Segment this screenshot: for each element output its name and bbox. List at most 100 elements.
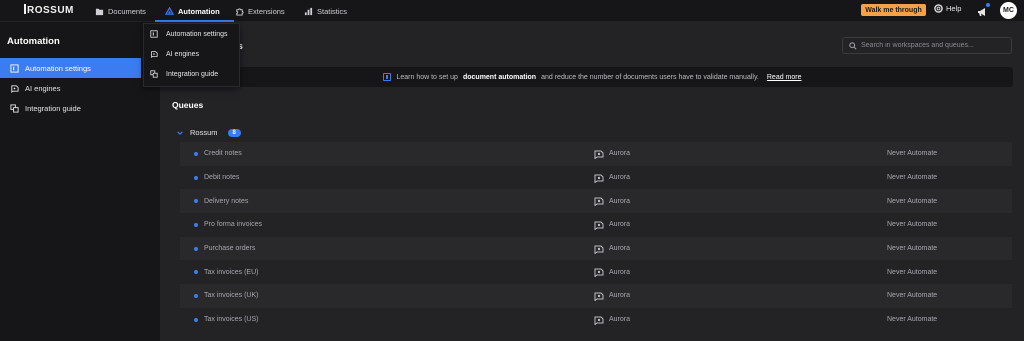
ai-engines-icon (151, 51, 158, 58)
queue-automation-mode[interactable]: Never Automate (887, 150, 937, 157)
queue-status-dot (194, 293, 198, 298)
ai-engine-icon (594, 221, 604, 230)
search-input[interactable] (861, 42, 1006, 49)
queue-row[interactable]: Credit notes Aurora Never Automate (180, 142, 1012, 166)
queue-name[interactable]: Pro forma invoices (204, 221, 262, 228)
ai-engine-icon (594, 268, 604, 278)
megaphone-icon (978, 8, 985, 16)
queue-automation-mode[interactable]: Never Automate (887, 292, 937, 299)
read-more-link[interactable]: Read more (767, 74, 802, 81)
ai-engines-icon (11, 84, 19, 93)
menu-item-integration-guide[interactable]: Integration guide (150, 70, 218, 78)
automation-settings-icon (150, 30, 158, 38)
nav-statistics[interactable]: Statistics (304, 0, 347, 22)
queue-automation-mode[interactable]: Never Automate (887, 316, 937, 323)
queue-name[interactable]: Debit notes (204, 174, 239, 181)
queue-row[interactable]: Purchase orders Aurora Never Automate (180, 236, 1012, 261)
queue-engine[interactable]: Aurora (593, 244, 630, 254)
queue-automation-mode[interactable]: Never Automate (887, 198, 937, 205)
queue-engine[interactable]: Aurora (593, 196, 631, 207)
nav-extensions[interactable]: Extensions (235, 0, 285, 22)
lifebuoy-icon (934, 4, 943, 13)
queue-automation-mode[interactable]: Never Automate (887, 174, 937, 181)
queue-engine-label: Aurora (609, 268, 631, 276)
queue-name[interactable]: Tax invoices (UK) (204, 292, 258, 299)
sidebar-item-integration-guide[interactable]: Integration guide (0, 98, 141, 118)
queue-status-dot (194, 199, 198, 204)
queues-heading: Queues (172, 100, 204, 110)
queue-automation-mode[interactable]: Never Automate (887, 221, 937, 228)
sidebar: Automation Automation settings AI engine… (0, 22, 160, 341)
user-avatar[interactable]: MC (1000, 2, 1017, 19)
sidebar-item-label: AI engines (25, 83, 61, 93)
queue-name[interactable]: Purchase orders (204, 245, 255, 252)
queue-engine[interactable]: Aurora (593, 291, 630, 301)
notification-dot (986, 3, 990, 7)
integration-guide-icon (10, 103, 19, 113)
queue-row[interactable]: Tax invoices (EU) Aurora Never Automate (180, 260, 1012, 284)
menu-item-label: Integration guide (166, 70, 219, 78)
info-banner: Learn how to set up document automation … (172, 67, 1013, 87)
queue-status-dot (194, 270, 198, 275)
queue-name[interactable]: Delivery notes (204, 198, 248, 205)
queue-name[interactable]: Credit notes (204, 150, 242, 157)
nav-documents[interactable]: Documents (95, 0, 146, 22)
queue-automation-mode[interactable]: Never Automate (887, 245, 937, 252)
sidebar-item-label: Automation settings (25, 63, 91, 73)
search-icon (849, 41, 857, 50)
walk-me-through-button[interactable]: Walk me through (861, 4, 926, 16)
sidebar-title: Automation (7, 36, 60, 47)
integration-guide-icon (150, 70, 158, 78)
queue-row[interactable]: Tax invoices (UK) Aurora Never Automate (180, 284, 1012, 308)
queue-engine[interactable]: Aurora (593, 267, 631, 278)
queue-engine-label: Aurora (609, 316, 631, 324)
queue-engine-label: Aurora (609, 174, 631, 182)
queue-automation-mode[interactable]: Never Automate (887, 269, 937, 276)
menu-item-automation-settings[interactable]: Automation settings (150, 30, 227, 38)
queue-status-dot (194, 246, 198, 251)
ai-engine-icon (594, 245, 604, 254)
queue-engine-label: Aurora (609, 197, 631, 205)
queue-count-badge: 8 (227, 128, 241, 137)
announcements-button[interactable] (977, 3, 990, 22)
banner-text-prefix: Learn how to set up (396, 73, 458, 81)
sidebar-item-automation-settings[interactable]: Automation settings (0, 58, 141, 78)
banner-text-suffix: and reduce the number of documents users… (541, 73, 759, 81)
queue-engine[interactable]: Aurora (593, 220, 630, 230)
menu-item-ai-engines[interactable]: AI engines (150, 50, 199, 58)
help-button[interactable]: Help (934, 4, 961, 13)
queue-row[interactable]: Tax invoices (US) Aurora Never Automate (180, 308, 1012, 332)
queue-name[interactable]: Tax invoices (US) (204, 316, 258, 323)
queue-engine[interactable]: Aurora (593, 149, 630, 159)
queue-engine-label: Aurora (609, 150, 631, 158)
top-bar: ROSSUM Documents Automation Extensions S… (0, 0, 1024, 22)
search-box[interactable] (842, 37, 1012, 54)
help-label: Help (946, 4, 962, 13)
menu-item-label: AI engines (166, 50, 200, 58)
queue-engine[interactable]: Aurora (593, 173, 630, 183)
nav-statistics-label: Statistics (317, 6, 348, 16)
queue-status-dot (194, 175, 198, 180)
banner-text-strong: document automation (462, 73, 537, 81)
queue-name[interactable]: Tax invoices (EU) (204, 269, 258, 276)
nav-automation[interactable]: Automation (155, 0, 234, 22)
ai-engine-icon (594, 197, 604, 207)
automation-settings-icon (10, 63, 19, 73)
puzzle-icon (236, 7, 244, 16)
queue-row[interactable]: Delivery notes Aurora Never Automate (180, 189, 1012, 214)
workspace-header[interactable]: Rossum 8 (176, 128, 241, 137)
queue-list: Credit notes Aurora Never Automate Debit no… (180, 142, 1012, 332)
queue-row[interactable]: Debit notes Aurora Never Automate (180, 166, 1012, 190)
ai-engine-icon (594, 150, 604, 159)
rossum-logo[interactable]: ROSSUM (24, 4, 74, 16)
ai-engine-icon (594, 316, 604, 325)
sidebar-item-ai-engines[interactable]: AI engines (0, 78, 141, 98)
chevron-down-icon[interactable] (176, 129, 184, 137)
nav-documents-label: Documents (108, 6, 146, 16)
info-icon (383, 73, 392, 81)
queue-engine-label: Aurora (609, 292, 631, 300)
queue-engine[interactable]: Aurora (593, 315, 630, 325)
queue-status-dot (194, 317, 198, 322)
queue-row[interactable]: Pro forma invoices Aurora Never Automate (180, 213, 1012, 237)
nav-automation-label: Automation (178, 6, 220, 16)
